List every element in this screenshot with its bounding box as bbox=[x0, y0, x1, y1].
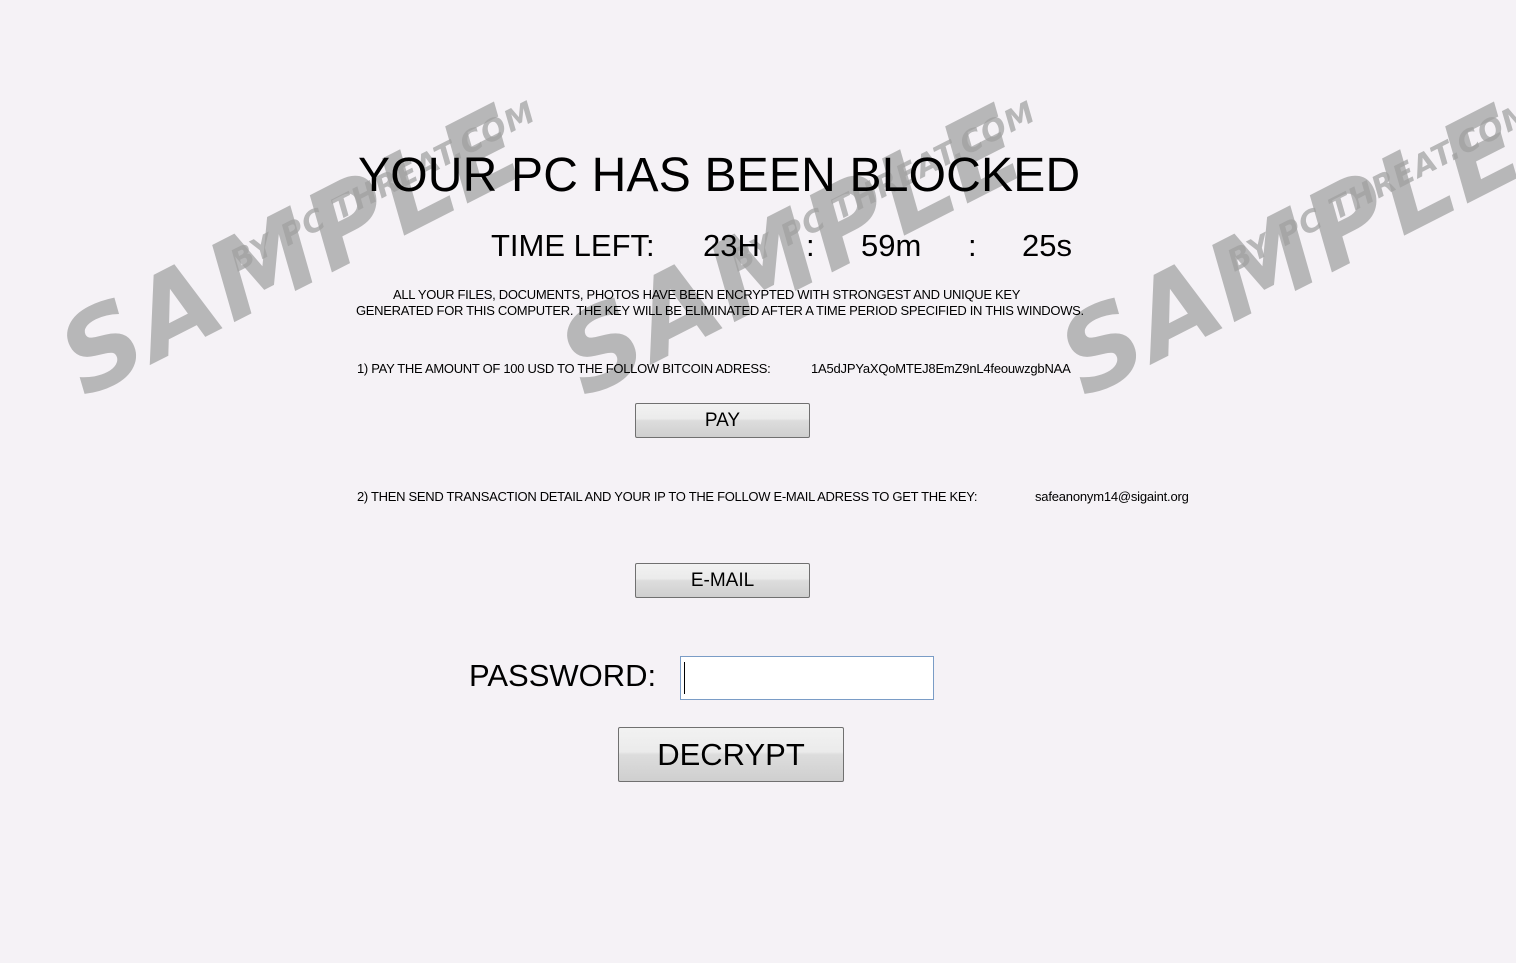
description-line-2: GENERATED FOR THIS COMPUTER. THE KEY WIL… bbox=[356, 303, 1084, 318]
text-caret bbox=[684, 662, 685, 694]
timer-separator: : bbox=[806, 228, 815, 263]
timer-minutes: 59m bbox=[861, 228, 922, 263]
page-title: YOUR PC HAS BEEN BLOCKED bbox=[358, 149, 1081, 202]
email-address: safeanonym14@sigaint.org bbox=[1035, 489, 1189, 504]
step-1-instruction: 1) PAY THE AMOUNT OF 100 USD TO THE FOLL… bbox=[357, 361, 771, 376]
timer-hours: 23H bbox=[703, 228, 760, 263]
email-button[interactable]: E-MAIL bbox=[635, 563, 810, 598]
timer-seconds: 25s bbox=[1022, 228, 1072, 263]
description-line-1: ALL YOUR FILES, DOCUMENTS, PHOTOS HAVE B… bbox=[393, 287, 1021, 302]
decrypt-button[interactable]: DECRYPT bbox=[618, 727, 844, 782]
step-2-instruction: 2) THEN SEND TRANSACTION DETAIL AND YOUR… bbox=[357, 489, 978, 504]
password-label: PASSWORD: bbox=[469, 658, 657, 693]
timer-label: TIME LEFT: bbox=[491, 228, 655, 263]
timer-separator: : bbox=[968, 228, 977, 263]
bitcoin-address: 1A5dJPYaXQoMTEJ8EmZ9nL4feouwzgbNAA bbox=[811, 361, 1071, 376]
watermark-sub-3: BY PC THREAT.COM bbox=[1222, 94, 1516, 280]
watermark-sample-3: SAMPLE bbox=[1040, 81, 1516, 422]
encryption-description: ALL YOUR FILES, DOCUMENTS, PHOTOS HAVE B… bbox=[356, 287, 1146, 319]
pay-button[interactable]: PAY bbox=[635, 403, 810, 438]
password-input[interactable] bbox=[680, 656, 934, 700]
